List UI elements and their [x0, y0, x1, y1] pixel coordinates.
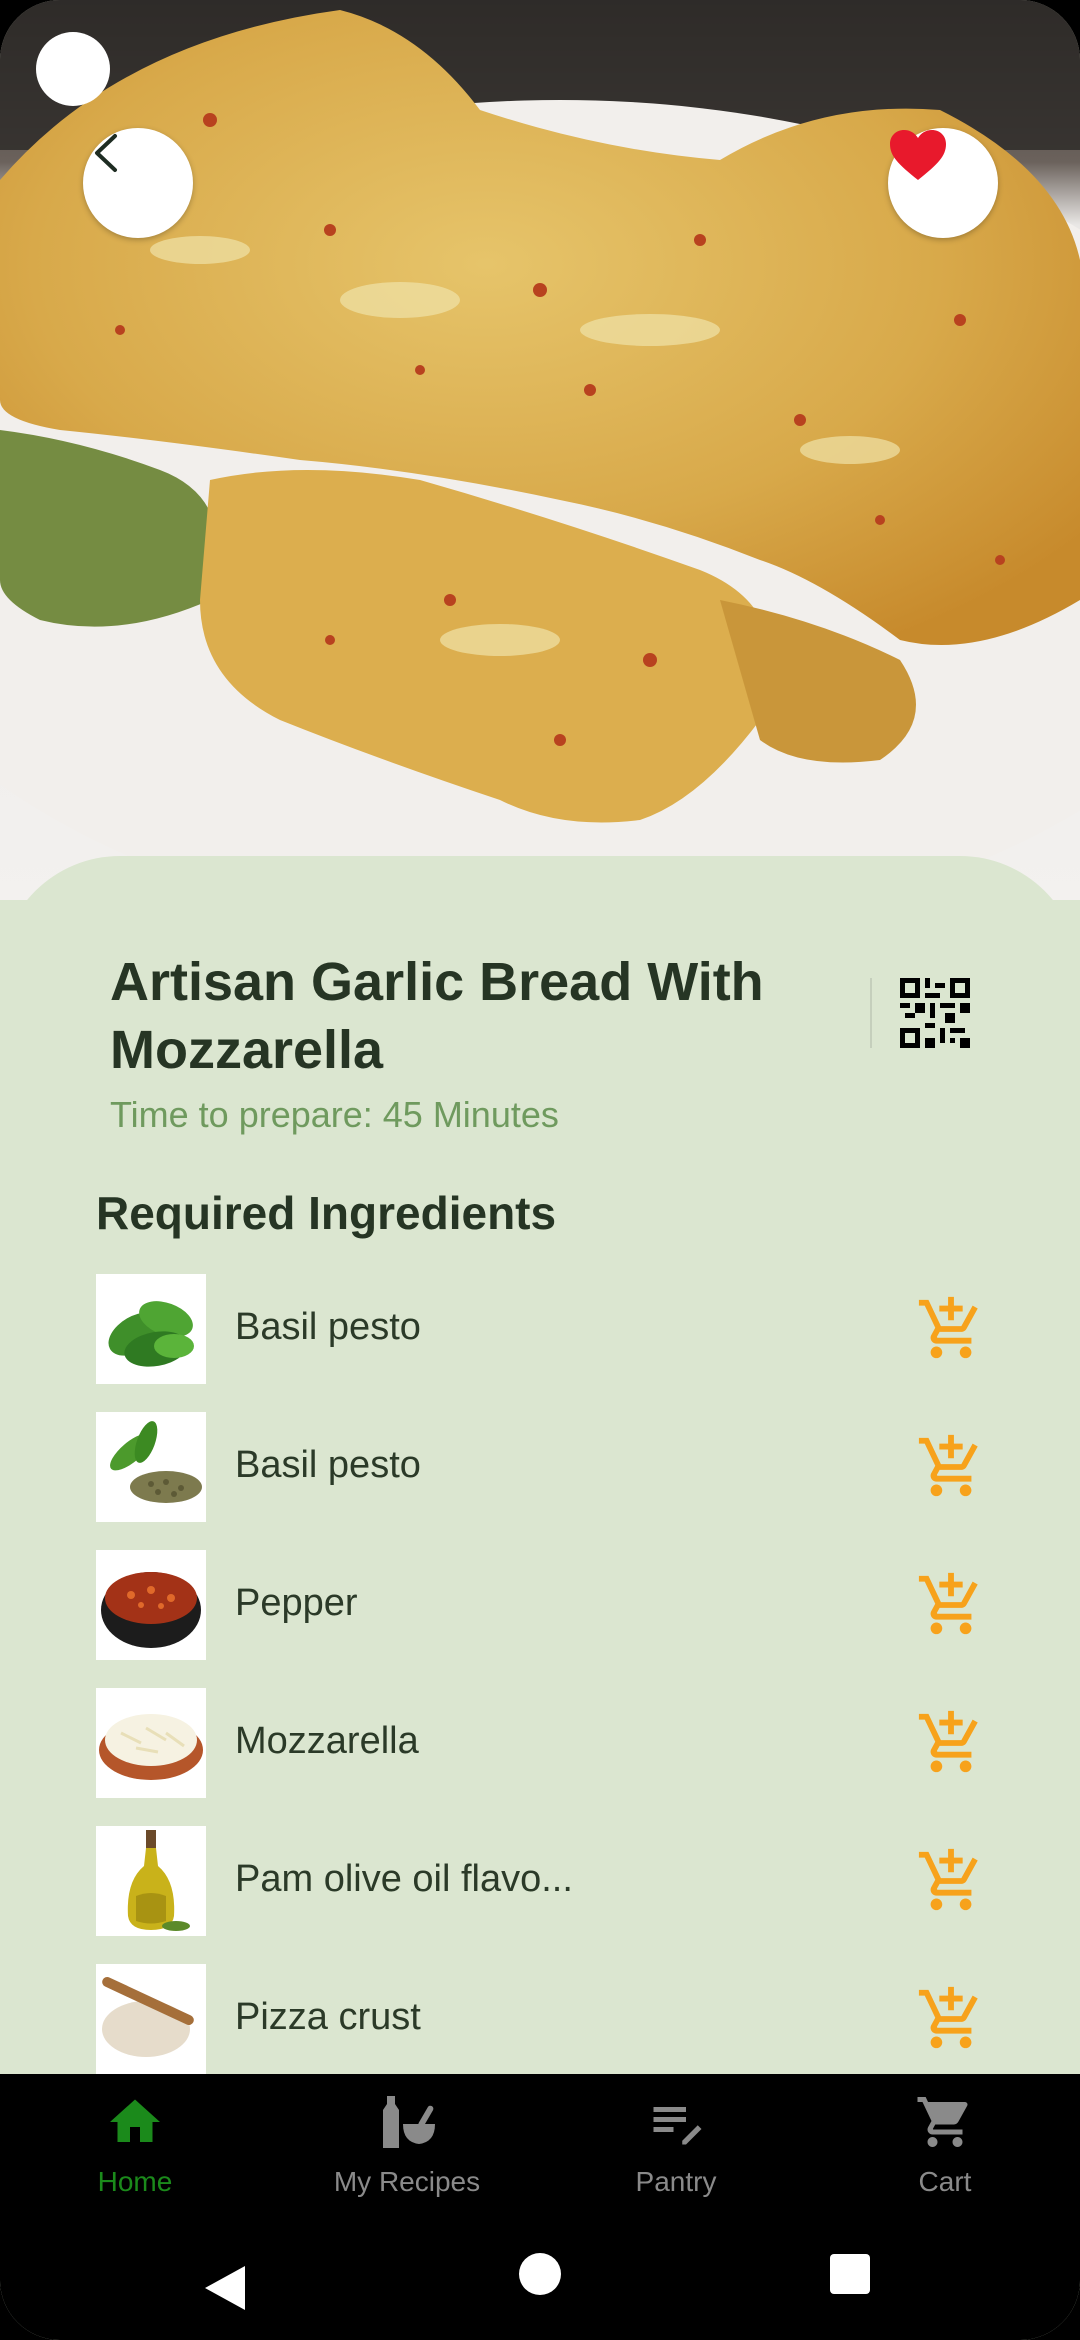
ingredients-heading: Required Ingredients: [96, 1187, 557, 1239]
favorite-button[interactable]: [888, 128, 998, 238]
nav-item-home[interactable]: Home: [25, 2092, 245, 2222]
add-to-cart-icon[interactable]: [916, 1984, 986, 2054]
heart-icon: [890, 130, 946, 180]
ingredient-row: Basil pesto: [96, 1274, 986, 1384]
ingredient-row: Pepper: [96, 1550, 986, 1660]
nav-label: My Recipes: [333, 2166, 481, 2197]
home-icon: [110, 2099, 160, 2142]
ingredient-thumbnail: [96, 1964, 206, 2074]
nav-label: Pantry: [635, 2166, 717, 2197]
add-to-cart-icon[interactable]: [916, 1432, 986, 1502]
ingredient-thumbnail: [96, 1826, 206, 1936]
recipe-details-sheet: Artisan Garlic Bread With Mozzarella Tim…: [0, 856, 1080, 2074]
add-to-cart-icon[interactable]: [916, 1708, 986, 1778]
ingredient-row: Basil pesto: [96, 1412, 986, 1522]
ingredient-thumbnail: [96, 1550, 206, 1660]
system-recents-icon[interactable]: [830, 2254, 870, 2294]
ingredient-name: Basil pesto: [235, 1444, 421, 1486]
ingredient-row: Pizza crust: [96, 1964, 986, 2074]
ingredient-thumbnail: [96, 1412, 206, 1522]
camera-cutout: [36, 32, 110, 106]
nav-item-cart[interactable]: Cart: [835, 2092, 1055, 2222]
recipe-detail-screen: Artisan Garlic Bread With Mozzarella Tim…: [0, 0, 1080, 2340]
nav-item-my-recipes[interactable]: My Recipes: [297, 2092, 517, 2222]
cart-icon: [917, 2097, 968, 2147]
chevron-left-icon: [95, 134, 117, 172]
system-back-icon[interactable]: [205, 2266, 245, 2310]
nav-item-pantry[interactable]: Pantry: [566, 2092, 786, 2222]
add-to-cart-icon[interactable]: [916, 1294, 986, 1364]
system-navigation-bar: [0, 2234, 1080, 2340]
prep-time: Time to prepare: 45 Minutes: [110, 1094, 559, 1135]
nav-label: Cart: [918, 2166, 972, 2197]
bottom-navigation: Home My Recipes Pantry Cart: [0, 2074, 1080, 2234]
add-to-cart-icon[interactable]: [916, 1570, 986, 1640]
pantry-icon: [653, 2107, 702, 2145]
back-button[interactable]: [83, 128, 193, 238]
nav-label: Home: [97, 2166, 173, 2197]
system-home-icon[interactable]: [519, 2253, 561, 2295]
ingredient-row: Mozzarella: [96, 1688, 986, 1798]
title-divider: [870, 978, 872, 1048]
ingredient-name: Pam olive oil flavo...: [235, 1858, 573, 1900]
ingredient-name: Pizza crust: [235, 1996, 421, 2038]
ingredient-thumbnail: [96, 1274, 206, 1384]
recipes-icon: [383, 2096, 435, 2148]
ingredient-thumbnail: [96, 1688, 206, 1798]
recipe-title: Artisan Garlic Bread With Mozzarella: [110, 952, 764, 1080]
ingredient-name: Basil pesto: [235, 1306, 421, 1348]
ingredient-name: Mozzarella: [235, 1720, 419, 1762]
ingredient-name: Pepper: [235, 1582, 358, 1624]
ingredient-row: Pam olive oil flavo...: [96, 1826, 986, 1936]
add-to-cart-icon[interactable]: [916, 1846, 986, 1916]
recipe-hero-image: [0, 0, 1080, 900]
qr-code-icon[interactable]: [900, 978, 970, 1048]
